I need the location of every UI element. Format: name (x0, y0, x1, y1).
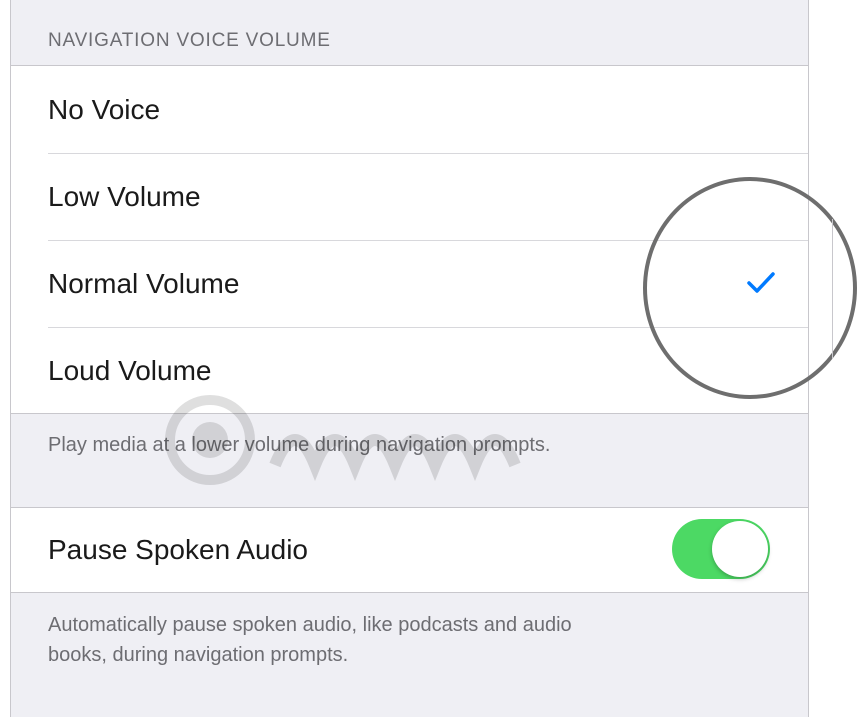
toggle-knob[interactable] (712, 521, 768, 577)
option-label: Low Volume (48, 181, 201, 212)
option-no-voice[interactable]: No Voice (11, 66, 808, 154)
pause-audio-footer-line1: Automatically pause spoken audio, like p… (48, 614, 572, 636)
section-header-title: NAVIGATION VOICE VOLUME (48, 30, 331, 51)
pause-audio-label: Pause Spoken Audio (48, 534, 308, 565)
volume-options-group: No Voice Low Volume Normal Volume Loud V… (11, 66, 808, 414)
settings-panel: NAVIGATION VOICE VOLUME No Voice Low Vol… (10, 0, 809, 717)
checkmark-icon (747, 272, 775, 293)
volume-footer-text: Play media at a lower volume during navi… (48, 434, 551, 456)
option-low-volume[interactable]: Low Volume (11, 153, 808, 241)
magnified-edge-line (832, 219, 833, 359)
option-label: No Voice (48, 94, 161, 125)
option-loud-volume[interactable]: Loud Volume (11, 327, 808, 414)
pause-audio-footer: Automatically pause spoken audio, like p… (48, 610, 572, 670)
option-label: Loud Volume (48, 355, 212, 386)
option-normal-volume[interactable]: Normal Volume (11, 240, 808, 328)
pause-audio-toggle[interactable] (672, 519, 770, 579)
option-label: Normal Volume (48, 268, 240, 299)
pause-audio-footer-line2: books, during navigation prompts. (48, 644, 349, 666)
section-header: NAVIGATION VOICE VOLUME (11, 0, 808, 66)
